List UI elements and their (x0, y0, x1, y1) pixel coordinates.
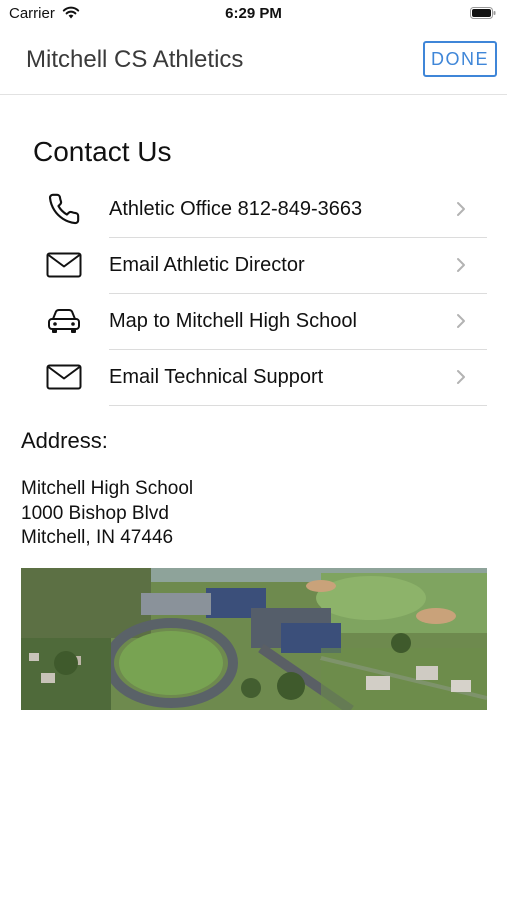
contact-list: Athletic Office 812-849-3663 Email Athle… (0, 182, 507, 406)
contact-label: Map to Mitchell High School (109, 310, 357, 332)
nav-bar: Mitchell CS Athletics DONE (0, 28, 507, 95)
contact-label: Athletic Office 812-849-3663 (109, 198, 363, 220)
address-heading: Address: (21, 428, 108, 453)
contact-row-email-athletic-director[interactable]: Email Athletic Director (0, 238, 507, 294)
done-button[interactable]: DONE (423, 41, 497, 77)
chevron-right-icon (457, 370, 465, 384)
envelope-icon (44, 362, 84, 392)
car-icon (44, 306, 84, 336)
chevron-right-icon (457, 314, 465, 328)
contact-row-athletic-office[interactable]: Athletic Office 812-849-3663 (0, 182, 507, 238)
address-line: 1000 Bishop Blvd (21, 502, 169, 524)
school-aerial-photo (21, 568, 487, 710)
address-block: Mitchell High School 1000 Bishop Blvd Mi… (21, 477, 193, 551)
row-divider (109, 405, 487, 406)
status-bar: Carrier 6:29 PM (0, 0, 507, 28)
contact-row-map[interactable]: Map to Mitchell High School (0, 294, 507, 350)
status-time: 6:29 PM (225, 5, 282, 22)
contact-row-email-tech-support[interactable]: Email Technical Support (0, 350, 507, 406)
contact-label: Email Technical Support (109, 366, 324, 388)
chevron-right-icon (457, 202, 465, 216)
chevron-right-icon (457, 258, 465, 272)
address-line: Mitchell High School (21, 478, 194, 499)
contact-label: Email Athletic Director (109, 254, 305, 276)
battery-icon (470, 7, 496, 19)
address-line: Mitchell, IN 47446 (21, 527, 174, 548)
contact-heading: Contact Us (33, 136, 172, 167)
phone-icon (44, 193, 84, 225)
app-title: Mitchell CS Athletics (26, 46, 244, 73)
envelope-icon (44, 250, 84, 280)
